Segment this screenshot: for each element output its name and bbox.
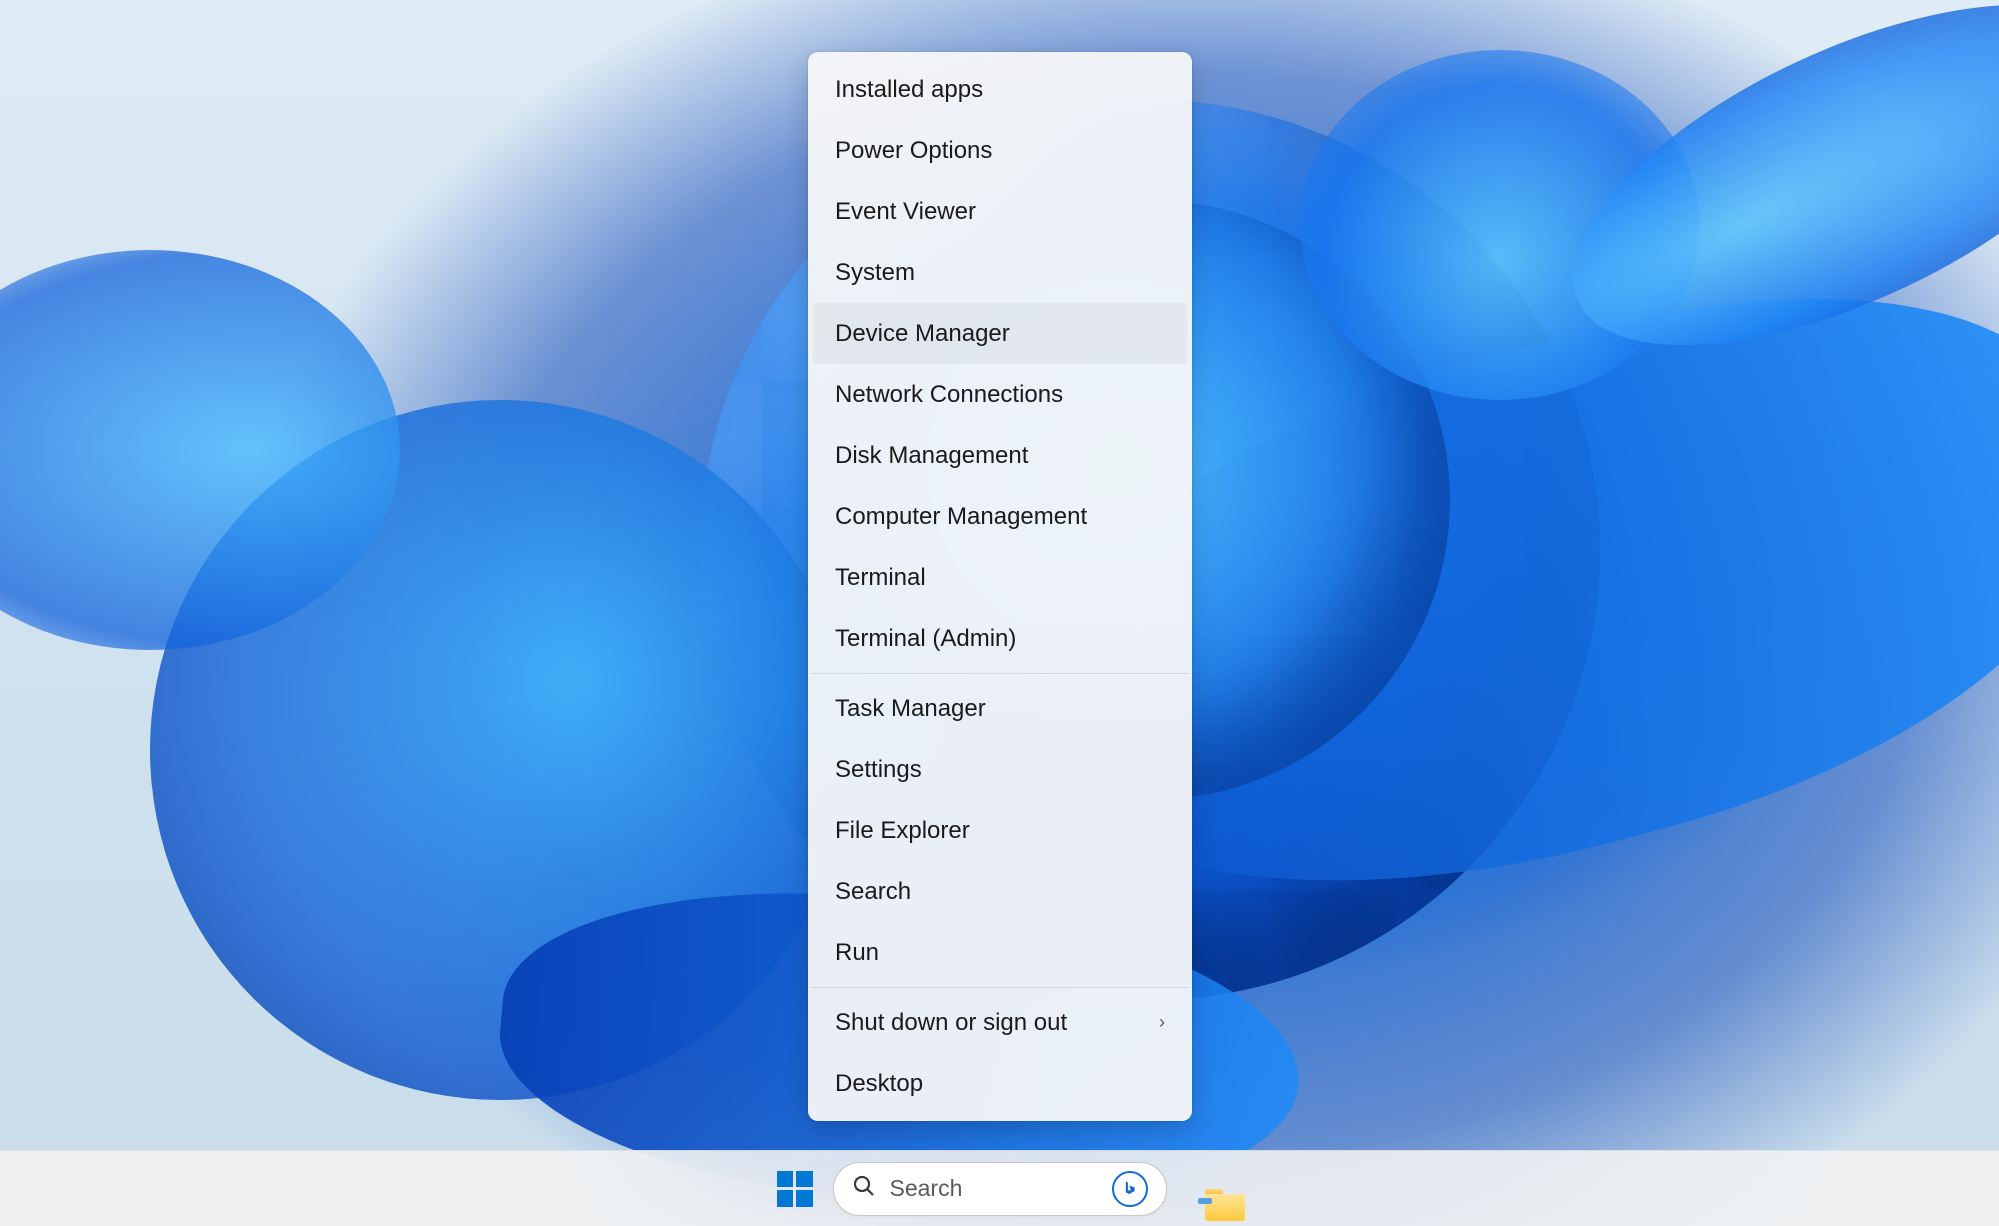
taskbar: Search	[0, 1150, 1999, 1226]
menu-item-label: Network Connections	[835, 381, 1063, 409]
menu-item-label: Computer Management	[835, 503, 1087, 531]
menu-item-label: Power Options	[835, 137, 992, 165]
menu-item-label: Task Manager	[835, 695, 986, 723]
menu-item-label: Shut down or sign out	[835, 1009, 1067, 1037]
menu-item-task-manager[interactable]: Task Manager	[813, 678, 1187, 739]
bing-chat-icon[interactable]	[1112, 1171, 1148, 1207]
menu-separator	[810, 673, 1190, 674]
menu-item-settings[interactable]: Settings	[813, 739, 1187, 800]
menu-item-network-connections[interactable]: Network Connections	[813, 364, 1187, 425]
menu-item-search[interactable]: Search	[813, 861, 1187, 922]
menu-item-desktop[interactable]: Desktop	[813, 1053, 1187, 1114]
taskbar-search[interactable]: Search	[833, 1162, 1167, 1216]
menu-item-label: Installed apps	[835, 76, 983, 104]
menu-item-terminal[interactable]: Terminal	[813, 547, 1187, 608]
windows-logo-icon	[777, 1171, 813, 1207]
menu-item-label: System	[835, 259, 915, 287]
menu-item-event-viewer[interactable]: Event Viewer	[813, 181, 1187, 242]
search-placeholder: Search	[890, 1175, 1098, 1202]
menu-item-label: Desktop	[835, 1070, 923, 1098]
menu-item-computer-management[interactable]: Computer Management	[813, 486, 1187, 547]
menu-item-run[interactable]: Run	[813, 922, 1187, 983]
menu-item-label: Settings	[835, 756, 922, 784]
menu-item-system[interactable]: System	[813, 242, 1187, 303]
menu-item-label: Event Viewer	[835, 198, 976, 226]
menu-item-label: Terminal (Admin)	[835, 625, 1016, 653]
menu-item-shut-down[interactable]: Shut down or sign out ›	[813, 992, 1187, 1053]
menu-separator	[810, 987, 1190, 988]
menu-item-disk-management[interactable]: Disk Management	[813, 425, 1187, 486]
menu-item-label: Disk Management	[835, 442, 1028, 470]
menu-item-label: Terminal	[835, 564, 926, 592]
menu-item-label: Device Manager	[835, 320, 1010, 348]
menu-item-label: Run	[835, 939, 879, 967]
menu-item-terminal-admin[interactable]: Terminal (Admin)	[813, 608, 1187, 669]
menu-item-device-manager[interactable]: Device Manager	[813, 303, 1187, 364]
menu-item-label: File Explorer	[835, 817, 970, 845]
menu-item-label: Search	[835, 878, 911, 906]
menu-item-file-explorer[interactable]: File Explorer	[813, 800, 1187, 861]
winx-power-user-menu: Installed apps Power Options Event Viewer S…	[808, 52, 1192, 1121]
menu-item-installed-apps[interactable]: Installed apps	[813, 59, 1187, 120]
menu-item-power-options[interactable]: Power Options	[813, 120, 1187, 181]
file-explorer-taskbar-button[interactable]	[1177, 1161, 1233, 1217]
start-button[interactable]	[767, 1161, 823, 1217]
chevron-right-icon: ›	[1159, 1012, 1165, 1033]
search-icon	[852, 1174, 876, 1203]
